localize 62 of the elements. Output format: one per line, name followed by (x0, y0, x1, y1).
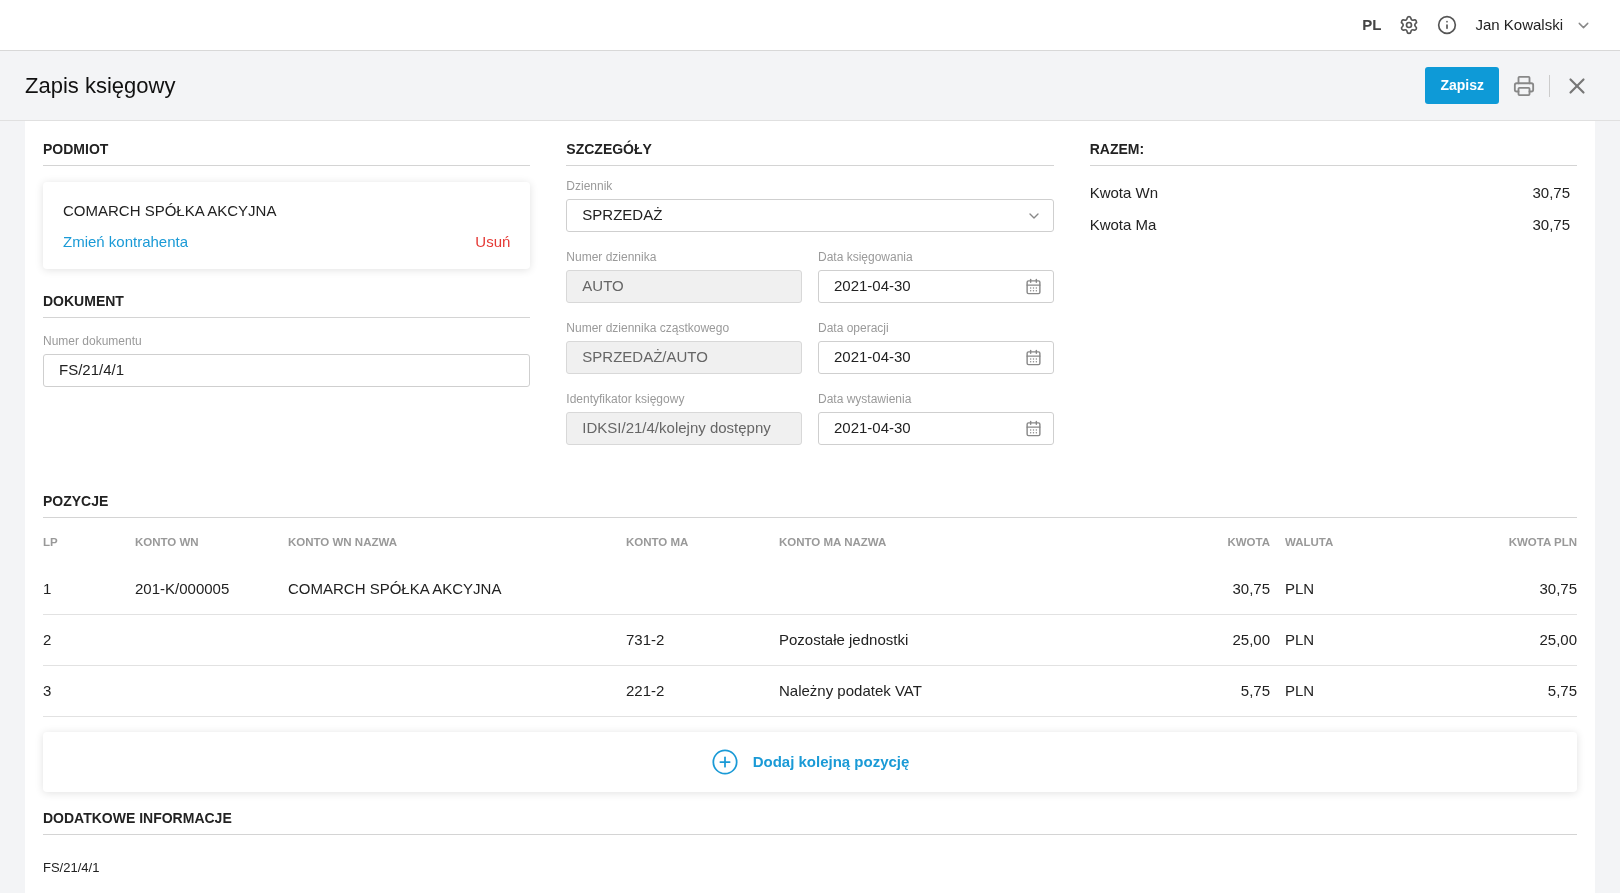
column-header: KWOTA (1226, 535, 1270, 551)
section-heading: RAZEM: (1089, 141, 1145, 157)
table-cell: 3 (43, 681, 52, 699)
section-heading: DODATKOWE INFORMACJE (43, 810, 232, 826)
total-value: 30,75 (1532, 183, 1570, 203)
field-label: Data wystawienia (818, 392, 913, 406)
date-field[interactable]: 2021-04-30 (818, 341, 1054, 374)
table-cell: 30,75 (1232, 579, 1270, 597)
column-header: WALUTA (1284, 535, 1335, 551)
field-label: Numer dokumentu (43, 334, 143, 348)
print-icon[interactable] (1513, 74, 1535, 97)
total-label: Kwota Wn (1089, 183, 1158, 203)
table-cell: 221-2 (626, 681, 665, 699)
calendar-icon (1024, 278, 1042, 295)
table-cell: 25,00 (1232, 630, 1270, 648)
total-label: Kwota Ma (1089, 214, 1157, 235)
table-cell: PLN (1285, 630, 1315, 648)
table-cell: 201-K/000005 (135, 579, 230, 597)
column-header: KONTO MA (626, 535, 690, 551)
dropdown[interactable]: SPRZEDAŻ (566, 199, 1054, 232)
page-title: Zapis księgowy (25, 72, 176, 100)
table-cell: PLN (1285, 579, 1315, 597)
table-cell: 2 (43, 630, 52, 648)
field-label: Numer dziennika cząstkowego (566, 321, 731, 335)
plus-circle-icon (710, 748, 739, 776)
column-header: LP (43, 535, 59, 551)
table-cell: 30,75 (1539, 579, 1577, 597)
field-label: Data księgowania (818, 250, 914, 264)
table-cell: COMARCH SPÓŁKA AKCYJNA (288, 579, 502, 597)
settings-icon[interactable] (1399, 15, 1420, 35)
section-heading: POZYCJE (43, 493, 109, 509)
column-header: KONTO WN NAZWA (288, 535, 399, 551)
field-label: Dziennik (566, 179, 614, 193)
section-heading: SZCZEGÓŁY (566, 141, 652, 157)
section-heading: PODMIOT (43, 141, 109, 157)
column-header: KONTO MA NAZWA (779, 535, 888, 551)
date-field[interactable]: 2021-04-30 (818, 412, 1054, 445)
table-cell: 731-2 (626, 630, 665, 648)
input-field[interactable]: FS/21/4/1 (43, 354, 531, 387)
table-cell: 5,75 (1240, 681, 1270, 699)
additional-info-text: FS/21/4/1 (43, 860, 100, 875)
calendar-icon (1024, 349, 1042, 366)
table-cell: 25,00 (1539, 630, 1577, 648)
table-cell: Należny podatek VAT (779, 681, 922, 699)
section-heading: DOKUMENT (43, 293, 124, 309)
calendar-icon (1024, 420, 1042, 437)
total-value: 30,75 (1532, 214, 1570, 235)
user-menu[interactable]: Jan Kowalski (1475, 13, 1592, 37)
table-cell: 5,75 (1547, 681, 1577, 699)
field-label: Identyfikator księgowy (566, 392, 686, 406)
field-label: Numer dziennika (566, 250, 658, 264)
table-cell: PLN (1285, 681, 1315, 699)
table-cell: Pozostałe jednostki (779, 630, 909, 648)
date-field[interactable]: 2021-04-30 (818, 270, 1054, 303)
column-header: KWOTA PLN (1507, 535, 1577, 551)
table-cell: 1 (43, 579, 52, 597)
column-header: KONTO WN (135, 535, 200, 551)
contractor-name: COMARCH SPÓŁKA AKCYJNA (63, 201, 278, 221)
field-label: Data operacji (818, 321, 890, 335)
remove-link[interactable]: Usuń (475, 230, 511, 253)
language-selector[interactable]: PL (1362, 13, 1382, 37)
info-icon[interactable] (1437, 15, 1458, 35)
